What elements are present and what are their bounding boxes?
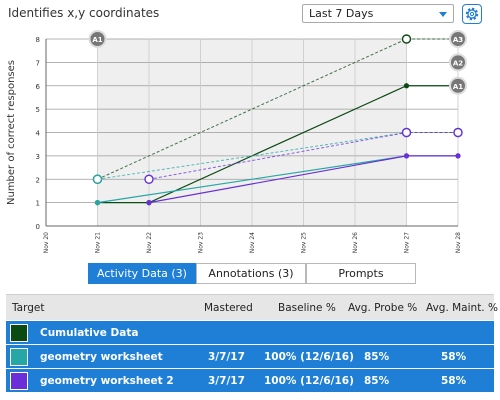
col-avg-maint[interactable]: Avg. Maint. % [426, 295, 498, 321]
tab-bar: Activity Data (3) Annotations (3) Prompt… [88, 263, 416, 284]
avg-probe-value: 85% [364, 351, 390, 363]
annotation-label: A3 [453, 36, 463, 44]
col-target[interactable]: Target [12, 295, 44, 321]
probe-point [401, 127, 412, 138]
y-tick-label: 6 [36, 83, 41, 91]
table-row[interactable]: geometry worksheet 2 3/7/17 100% (12/6/1… [6, 368, 494, 392]
settings-button[interactable] [462, 4, 482, 24]
probe-point [92, 174, 103, 184]
date-range-select[interactable]: Last 7 Days [302, 4, 454, 23]
mastered-date: 3/7/17 [208, 375, 245, 387]
chart-title: Identifies x,y coordinates [8, 6, 160, 20]
y-tick-label: 5 [36, 106, 40, 114]
y-tick-label: 0 [36, 223, 40, 231]
table-row[interactable]: geometry worksheet 3/7/17 100% (12/6/16)… [6, 344, 494, 368]
mastered-date: 3/7/17 [208, 351, 245, 363]
series-color-swatch [10, 372, 28, 390]
series-color-swatch [10, 348, 28, 366]
gear-icon [465, 7, 479, 21]
table-header: Target Mastered Baseline % Avg. Probe % … [6, 294, 498, 321]
target-name: geometry worksheet [40, 351, 163, 363]
y-tick-label: 7 [36, 59, 40, 67]
col-avg-probe[interactable]: Avg. Probe % [348, 295, 417, 321]
y-tick-label: 2 [36, 176, 40, 184]
y-tick-label: 4 [36, 130, 41, 138]
table-row[interactable]: Cumulative Data [6, 320, 494, 344]
col-mastered[interactable]: Mastered [204, 295, 253, 321]
probe-point [453, 127, 463, 138]
y-tick-label: 3 [36, 153, 40, 161]
annotation-marker: A2 [449, 53, 467, 72]
annotation-marker: A1 [449, 76, 467, 95]
data-point [94, 200, 101, 206]
data-point [403, 153, 410, 159]
annotation-label: A1 [92, 36, 102, 44]
series-color-swatch [10, 324, 28, 342]
avg-probe-value: 85% [364, 375, 390, 387]
x-tick-label: Nov 21 [95, 232, 102, 253]
annotation-marker: A3 [449, 30, 467, 48]
y-axis-label: Number of correct responses [6, 60, 17, 205]
probe-point [144, 174, 154, 184]
data-point [455, 153, 461, 159]
tab-annotations[interactable]: Annotations (3) [196, 263, 306, 284]
x-tick-label: Nov 25 [301, 232, 308, 253]
date-range-value: Last 7 Days [309, 7, 374, 20]
data-point [146, 200, 152, 206]
tab-activity-data[interactable]: Activity Data (3) [88, 263, 196, 284]
x-tick-label: Nov 20 [43, 232, 50, 253]
annotation-label: A1 [453, 83, 463, 91]
tab-prompts[interactable]: Prompts [306, 263, 416, 284]
targets-table: Target Mastered Baseline % Avg. Probe % … [6, 294, 498, 392]
avg-maint-value: 58% [441, 351, 467, 363]
baseline-value: 100% (12/6/16) [264, 351, 354, 363]
baseline-value: 100% (12/6/16) [264, 375, 354, 387]
y-tick-label: 8 [36, 36, 40, 44]
x-tick-label: Nov 24 [249, 232, 256, 253]
data-point [403, 83, 410, 89]
chevron-down-icon [439, 12, 447, 17]
probe-point [401, 34, 412, 44]
target-name: geometry worksheet 2 [40, 375, 174, 387]
x-tick-label: Nov 28 [455, 232, 462, 253]
avg-maint-value: 58% [441, 375, 467, 387]
line-chart: 0 1 2 3 4 5 6 7 8 Nov 20 Nov 21 Nov 22 Nov 23 Nov 24 N… [6, 30, 467, 253]
x-tick-label: Nov 23 [198, 232, 205, 253]
x-tick-label: Nov 22 [146, 232, 153, 253]
col-baseline[interactable]: Baseline % [278, 295, 336, 321]
y-tick-label: 1 [36, 200, 40, 208]
annotation-label: A2 [453, 59, 463, 67]
x-tick-label: Nov 27 [404, 232, 411, 253]
annotation-marker: A1 [88, 30, 107, 48]
x-tick-label: Nov 26 [352, 232, 359, 253]
target-name: Cumulative Data [40, 327, 139, 339]
